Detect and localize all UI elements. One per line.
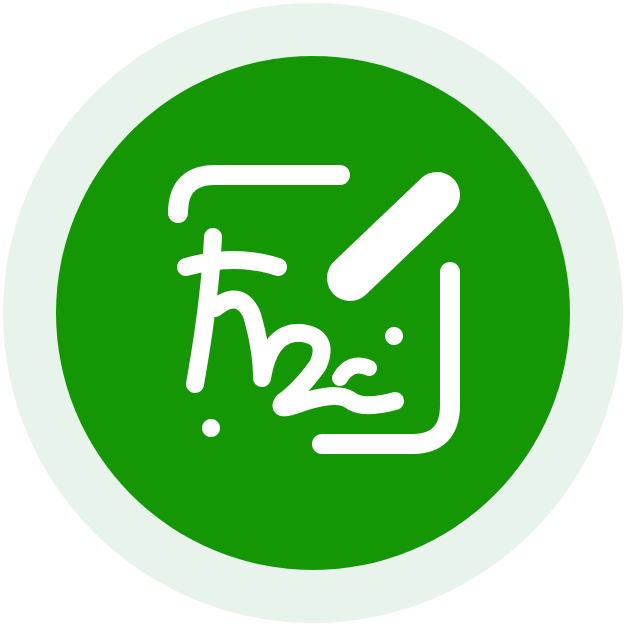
signature-dot-upper — [385, 327, 403, 345]
signature-tail — [332, 357, 377, 386]
signature-app-icon — [0, 0, 626, 626]
signature-dot-lower — [202, 419, 220, 437]
pen-body — [327, 172, 460, 301]
signature-cross — [177, 251, 287, 276]
frame-corner-top-left — [168, 165, 350, 223]
signature-edit-icon — [168, 165, 460, 454]
signature-loops — [206, 290, 404, 417]
